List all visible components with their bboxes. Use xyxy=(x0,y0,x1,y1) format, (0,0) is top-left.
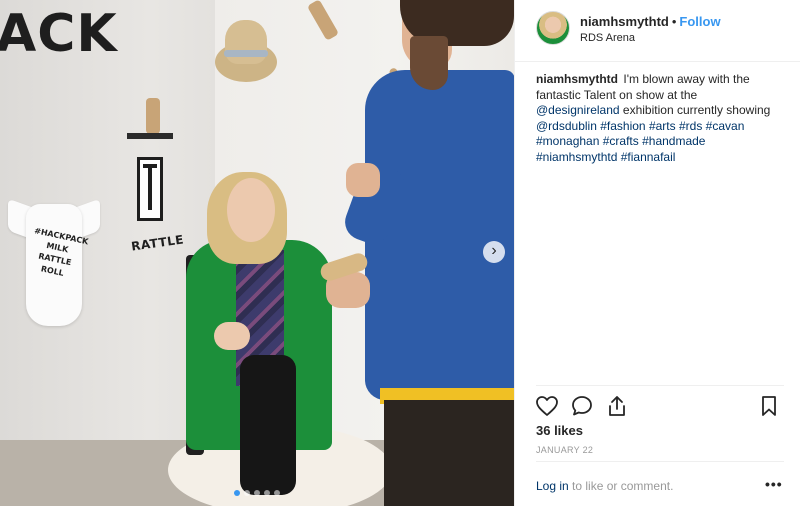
wall-shelf xyxy=(127,133,173,139)
likes-count[interactable]: 36 likes xyxy=(536,423,583,438)
caption-username[interactable]: niamhsmythtd xyxy=(536,72,618,86)
post-caption: niamhsmythtd I'm blown away with the fan… xyxy=(536,72,784,165)
hashtag-link[interactable]: #handmade xyxy=(642,134,705,148)
share-button[interactable] xyxy=(605,394,629,418)
woman-hands xyxy=(214,322,250,350)
user-line: niamhsmythtd • Follow xyxy=(580,14,721,29)
carousel-dot xyxy=(264,490,270,496)
man-beard xyxy=(410,36,448,90)
divider xyxy=(536,461,784,462)
hashtag-link[interactable]: #fiannafail xyxy=(621,150,676,164)
wall-sign-text: ACK xyxy=(0,4,118,64)
avatar[interactable] xyxy=(536,11,570,45)
post-photo[interactable]: ACK RATTLE #HACKPACK MILK RATTLE ROLL › xyxy=(0,0,514,506)
separator-dot: • xyxy=(671,14,677,29)
carousel-dot xyxy=(234,490,240,496)
hashtag-link[interactable]: #cavan xyxy=(706,119,745,133)
hashtag-link[interactable]: #crafts xyxy=(603,134,639,148)
hat-crown xyxy=(225,20,267,64)
hashtag-link[interactable]: #fashion xyxy=(600,119,645,133)
carousel-dot xyxy=(274,490,280,496)
share-icon xyxy=(609,396,625,416)
carousel-next-button[interactable]: › xyxy=(483,241,505,263)
heart-icon xyxy=(536,396,558,416)
comment-bar: Log in to like or comment. xyxy=(536,479,673,493)
rattle-on-shelf xyxy=(146,98,160,134)
comment-button[interactable] xyxy=(570,394,594,418)
login-link[interactable]: Log in xyxy=(536,479,569,493)
hat-band xyxy=(224,50,268,57)
woman-face xyxy=(227,178,275,242)
hashtag-link[interactable]: #niamhsmythtd xyxy=(536,150,617,164)
brand-logo xyxy=(137,157,163,221)
location-link[interactable]: RDS Arena xyxy=(580,32,635,44)
post-header: niamhsmythtd • Follow RDS Arena xyxy=(515,0,800,62)
comment-icon xyxy=(572,396,592,416)
woman-legs xyxy=(240,355,296,495)
header-username[interactable]: niamhsmythtd xyxy=(580,14,669,29)
like-button[interactable] xyxy=(535,394,559,418)
hashtag-link[interactable]: #arts xyxy=(649,119,676,133)
post-side-panel: niamhsmythtd • Follow RDS Arena niamhsmyth… xyxy=(514,0,800,506)
follow-button[interactable]: Follow xyxy=(679,14,720,29)
login-prompt-text: to like or comment. xyxy=(572,479,674,493)
caption-text: exhibition currently showing xyxy=(622,103,771,117)
divider xyxy=(536,385,784,386)
onesie-print: #HACKPACK MILK RATTLE ROLL xyxy=(26,225,89,283)
man-hand-gesturing xyxy=(346,163,380,197)
mention-link[interactable]: @rdsdublin xyxy=(536,119,597,133)
carousel-dots xyxy=(0,490,514,496)
post-date: JANUARY 22 xyxy=(536,445,594,455)
instagram-post: ACK RATTLE #HACKPACK MILK RATTLE ROLL › … xyxy=(0,0,800,506)
baby-onesie: #HACKPACK MILK RATTLE ROLL xyxy=(8,198,100,328)
save-button[interactable] xyxy=(757,394,781,418)
mention-link[interactable]: @designireland xyxy=(536,103,620,117)
hashtag-link[interactable]: #rds xyxy=(679,119,702,133)
carousel-dot xyxy=(244,490,250,496)
bookmark-icon xyxy=(762,396,776,416)
carousel-dot xyxy=(254,490,260,496)
hashtag-link[interactable]: #monaghan xyxy=(536,134,599,148)
more-options-button[interactable]: ••• xyxy=(765,476,783,492)
